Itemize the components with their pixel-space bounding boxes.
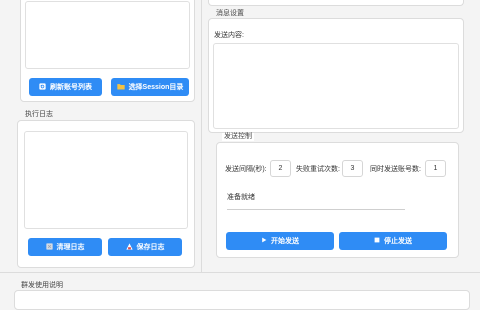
refresh-accounts-button[interactable]: 刷新账号列表 — [29, 78, 102, 96]
folder-icon — [116, 83, 125, 92]
retry-input[interactable]: 3 — [342, 160, 363, 177]
play-icon — [261, 237, 267, 245]
refresh-accounts-label: 刷新账号列表 — [50, 84, 92, 91]
send-control-title: 发送控制 — [222, 133, 254, 141]
instructions-panel — [14, 290, 470, 310]
save-log-button[interactable]: 保存日志 — [108, 238, 182, 256]
content-label: 发送内容: — [214, 32, 244, 39]
account-panel: 刷新账号列表 选择Session目录 — [20, 0, 195, 102]
interval-input[interactable]: 2 — [270, 160, 291, 177]
content-textarea[interactable] — [213, 43, 459, 129]
start-send-label: 开始发送 — [271, 238, 299, 245]
clear-log-button[interactable]: 清理日志 — [28, 238, 102, 256]
progress-bar — [227, 209, 405, 210]
instructions-title: 群发使用说明 — [19, 282, 65, 290]
interval-label: 发送间隔(秒): — [225, 166, 267, 173]
message-section-title: 消息设置 — [214, 10, 246, 18]
stop-icon — [374, 237, 380, 245]
stop-send-label: 停止发送 — [384, 238, 412, 245]
splitter[interactable] — [201, 0, 202, 272]
save-log-label: 保存日志 — [136, 244, 165, 251]
log-output[interactable] — [24, 131, 188, 229]
concurrent-input[interactable]: 1 — [425, 160, 446, 177]
message-frame-top — [208, 0, 464, 6]
concurrent-label: 同时发送账号数: — [370, 166, 421, 173]
select-session-label: 选择Session目录 — [128, 84, 184, 91]
retry-label: 失败重试次数: — [296, 166, 340, 173]
select-session-button[interactable]: 选择Session目录 — [111, 78, 189, 96]
clear-icon — [45, 242, 53, 252]
section-divider — [0, 272, 480, 273]
log-section-title: 执行日志 — [23, 111, 55, 119]
clear-log-label: 清理日志 — [56, 244, 85, 251]
save-icon — [125, 242, 133, 252]
account-list[interactable] — [25, 1, 190, 69]
stop-send-button[interactable]: 停止发送 — [339, 232, 447, 250]
refresh-icon — [39, 82, 46, 92]
start-send-button[interactable]: 开始发送 — [226, 232, 334, 250]
status-text: 准备就绪 — [227, 194, 255, 201]
